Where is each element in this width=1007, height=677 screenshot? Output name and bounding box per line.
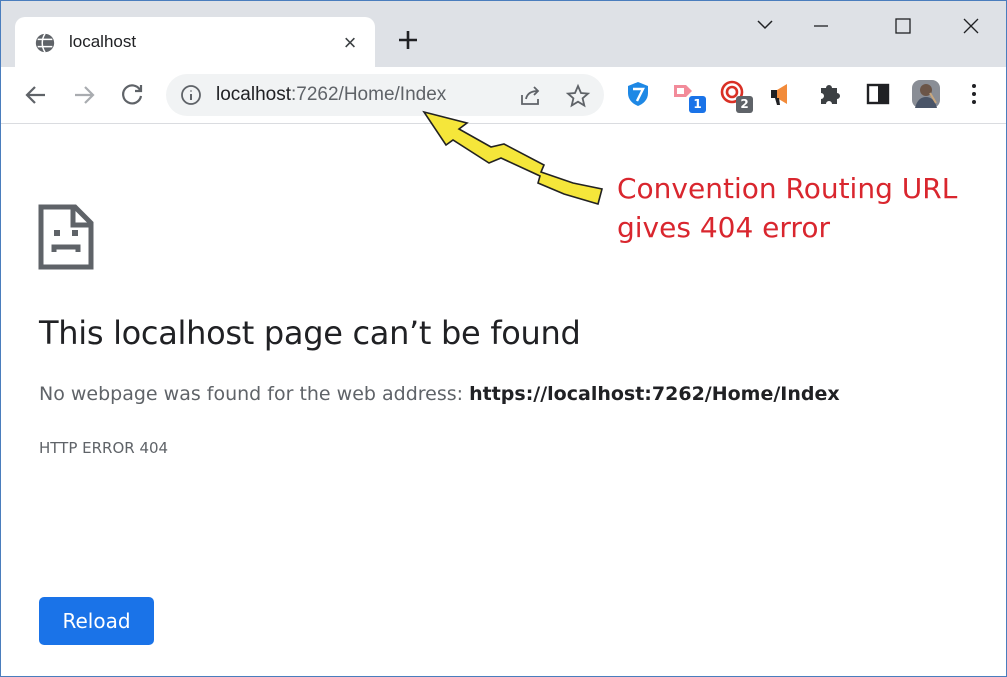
error-title: This localhost page can’t be found — [39, 314, 581, 352]
puzzle-extension-icon[interactable] — [815, 79, 845, 109]
profile-avatar[interactable] — [911, 79, 941, 109]
tab-close-icon[interactable]: × — [337, 30, 363, 56]
maximize-icon[interactable] — [885, 11, 921, 41]
extension-badge: 1 — [689, 96, 706, 113]
back-arrow-icon[interactable] — [22, 81, 50, 109]
annotation-line-2: gives 404 error — [617, 211, 830, 244]
annotation-line-1: Convention Routing URL — [617, 172, 958, 205]
error-url: https://localhost:7262/Home/Index — [469, 383, 840, 405]
shield-extension-icon[interactable] — [623, 79, 653, 109]
reload-button[interactable]: Reload — [39, 597, 154, 645]
tab-strip: localhost × — [1, 1, 1006, 69]
reload-icon[interactable] — [118, 81, 146, 109]
tab-localhost[interactable]: localhost × — [15, 17, 375, 69]
error-message-prefix: No webpage was found for the web address… — [39, 383, 470, 405]
url-path: :7262/Home/Index — [291, 84, 447, 105]
error-message: No webpage was found for the web address… — [39, 383, 840, 405]
share-icon[interactable] — [517, 83, 543, 109]
address-bar[interactable]: localhost:7262/Home/Index — [166, 74, 604, 116]
tag-extension-icon[interactable]: 1 — [671, 79, 706, 113]
minimize-icon[interactable] — [803, 11, 839, 41]
extension-badge: 2 — [736, 96, 753, 113]
spiral-extension-icon[interactable]: 2 — [719, 79, 753, 113]
close-icon[interactable] — [953, 11, 989, 41]
tab-title: localhost — [69, 32, 137, 51]
url-text[interactable]: localhost:7262/Home/Index — [216, 84, 446, 106]
url-host: localhost — [216, 84, 291, 105]
globe-icon — [35, 33, 55, 53]
annotation-callout: Convention Routing URL gives 404 error — [617, 169, 957, 247]
info-icon[interactable] — [180, 84, 202, 106]
chevron-down-icon[interactable] — [747, 11, 783, 41]
menu-kebab-icon[interactable] — [959, 79, 989, 109]
error-code: HTTP ERROR 404 — [39, 439, 169, 457]
megaphone-extension-icon[interactable] — [767, 79, 797, 109]
forward-arrow-icon[interactable] — [70, 81, 98, 109]
side-panel-icon[interactable] — [863, 79, 893, 109]
star-icon[interactable] — [565, 83, 591, 109]
browser-window: localhost × localhost:7262/Home/Index 1 … — [0, 0, 1007, 677]
plus-icon[interactable] — [394, 26, 422, 54]
sad-page-icon — [38, 204, 94, 270]
browser-toolbar: localhost:7262/Home/Index 1 2 — [1, 67, 1006, 124]
